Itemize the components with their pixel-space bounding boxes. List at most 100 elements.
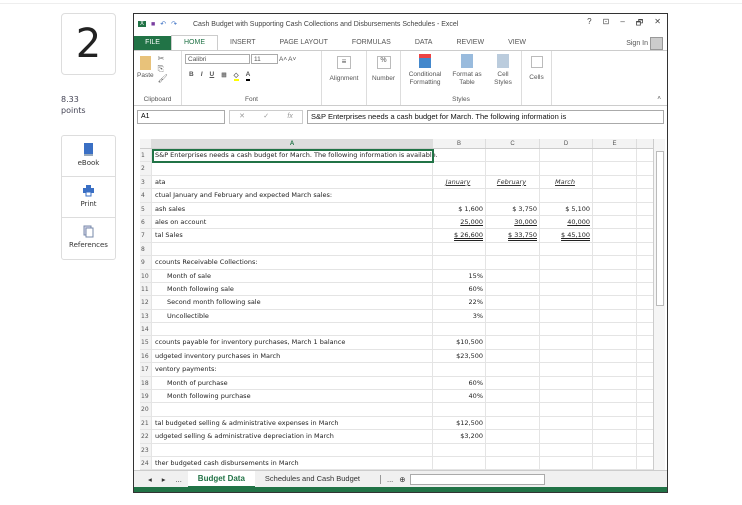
cell-e[interactable] [593, 282, 637, 296]
borders-icon[interactable]: ⊞ [221, 71, 226, 81]
cell-c[interactable] [486, 309, 540, 323]
select-all[interactable] [140, 139, 152, 148]
tab-formulas[interactable]: FORMULAS [340, 36, 403, 50]
cell-c[interactable] [486, 282, 540, 296]
cell-b[interactable] [433, 363, 486, 376]
cell-b[interactable]: 40% [433, 390, 486, 403]
cell-e[interactable] [593, 376, 637, 390]
cell-a[interactable]: ther budgeted cash disbursements in Marc… [152, 456, 433, 470]
cell-b[interactable]: $23,500 [433, 349, 486, 363]
increase-font-icon[interactable]: A˄ [279, 56, 287, 63]
cell-c[interactable] [486, 189, 540, 202]
cell-e[interactable] [593, 336, 637, 349]
cell-b[interactable]: $ 26,600 [433, 229, 486, 242]
row-header[interactable]: 18 [140, 376, 152, 390]
redo-icon[interactable]: ↷ [171, 20, 177, 28]
cell-c[interactable] [486, 349, 540, 363]
cell-e[interactable] [593, 229, 637, 242]
cell-e[interactable] [593, 202, 637, 215]
column-header-a[interactable]: A [152, 139, 433, 148]
cancel-icon[interactable]: ✕ [239, 111, 245, 123]
cell-c[interactable] [486, 242, 540, 256]
italic-button[interactable]: I [201, 71, 203, 81]
cell-d[interactable] [540, 189, 593, 202]
cell-c[interactable] [486, 416, 540, 430]
scroll-thumb[interactable] [656, 151, 664, 306]
cell-b[interactable]: 60% [433, 282, 486, 296]
format-as-table-button[interactable]: Format as Table [449, 54, 485, 87]
cell-a[interactable]: Month of sale [152, 269, 433, 282]
cell-d[interactable] [540, 242, 593, 256]
cell-c[interactable] [486, 162, 540, 175]
cell-c[interactable] [486, 443, 540, 456]
undo-icon[interactable]: ↶ [160, 20, 166, 28]
cell-b[interactable] [433, 456, 486, 470]
cell-e[interactable] [593, 390, 637, 403]
cell-e[interactable] [593, 443, 637, 456]
row-header[interactable]: 17 [140, 363, 152, 376]
fill-color-icon[interactable]: ◇ [233, 71, 239, 81]
cell-e[interactable] [593, 309, 637, 323]
cell-c[interactable]: $ 3,750 [486, 202, 540, 215]
cell-d[interactable] [540, 282, 593, 296]
tab-review[interactable]: REVIEW [444, 36, 496, 50]
column-header-d[interactable]: D [540, 139, 593, 148]
cell-a[interactable]: Month following sale [152, 282, 433, 296]
row-header[interactable]: 2 [140, 162, 152, 175]
cell-d[interactable] [540, 349, 593, 363]
cell-a[interactable] [152, 162, 433, 175]
vertical-scrollbar[interactable] [653, 139, 665, 474]
cell-a[interactable]: ales on account [152, 215, 433, 229]
cut-icon[interactable]: ✂ [158, 54, 168, 64]
row-header[interactable]: 6 [140, 215, 152, 229]
tab-insert[interactable]: INSERT [218, 36, 268, 50]
cell-d[interactable]: $ 45,100 [540, 229, 593, 242]
alignment-button[interactable]: ≡ Alignment [322, 51, 367, 105]
row-header[interactable]: 4 [140, 189, 152, 202]
cell-c[interactable] [486, 256, 540, 269]
number-button[interactable]: % Number [367, 51, 401, 105]
cell-a[interactable]: tal Sales [152, 229, 433, 242]
cell-a[interactable]: Month following purchase [152, 390, 433, 403]
cell-c[interactable] [486, 269, 540, 282]
next-sheet-icon[interactable]: ▸ [162, 475, 166, 484]
row-header[interactable]: 3 [140, 175, 152, 189]
font-color-icon[interactable]: A [245, 71, 251, 81]
formula-input[interactable]: S&P Enterprises needs a cash budget for … [307, 110, 664, 124]
sign-in-button[interactable]: Sign In [626, 37, 667, 50]
cell-d[interactable] [540, 376, 593, 390]
tab-view[interactable]: VIEW [496, 36, 538, 50]
cell-e[interactable] [593, 363, 637, 376]
cell-c[interactable] [486, 363, 540, 376]
cell-b[interactable]: 60% [433, 376, 486, 390]
cell-e[interactable] [593, 162, 637, 175]
row-header[interactable]: 21 [140, 416, 152, 430]
enter-icon[interactable]: ✓ [263, 111, 269, 123]
cell-e[interactable] [593, 296, 637, 309]
cell-c[interactable] [486, 323, 540, 336]
cell-d[interactable] [540, 149, 593, 162]
horizontal-scrollbar[interactable] [409, 473, 545, 485]
cell-a[interactable]: Uncollectible [152, 309, 433, 323]
cell-d[interactable]: $ 5,100 [540, 202, 593, 215]
format-painter-icon[interactable]: 🖌 [158, 74, 168, 84]
column-header-c[interactable]: C [486, 139, 540, 148]
cell-a[interactable] [152, 323, 433, 336]
cell-d[interactable] [540, 456, 593, 470]
cell-b[interactable] [433, 443, 486, 456]
row-header[interactable]: 22 [140, 430, 152, 443]
cell-b[interactable]: $ 1,600 [433, 202, 486, 215]
references-button[interactable]: References [62, 218, 115, 259]
name-box[interactable]: A1 [137, 110, 225, 124]
font-name-select[interactable]: Calibri [185, 54, 250, 64]
cell-c[interactable] [486, 376, 540, 390]
underline-button[interactable]: U [210, 71, 215, 81]
cell-e[interactable] [593, 242, 637, 256]
row-header[interactable]: 13 [140, 309, 152, 323]
decrease-font-icon[interactable]: A˅ [288, 56, 296, 63]
cell-d[interactable] [540, 256, 593, 269]
cell-c[interactable]: 30,000 [486, 215, 540, 229]
cell-e[interactable] [593, 149, 637, 162]
cell-c[interactable] [486, 296, 540, 309]
cell-d[interactable] [540, 323, 593, 336]
